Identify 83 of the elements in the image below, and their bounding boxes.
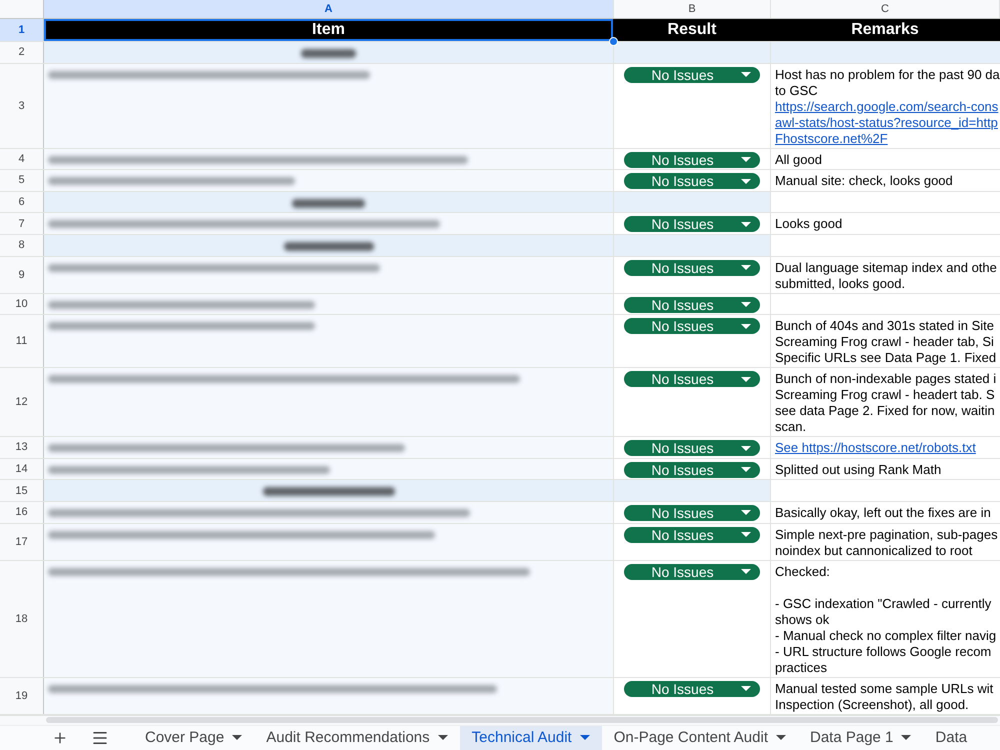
- caret-icon: [741, 569, 751, 574]
- row-number[interactable]: 4: [0, 148, 44, 170]
- row-number[interactable]: 8: [0, 234, 44, 256]
- caret-icon: [232, 735, 242, 740]
- status-dropdown[interactable]: No Issues: [624, 504, 760, 521]
- status-dropdown[interactable]: No Issues: [624, 66, 760, 83]
- caret-icon: [776, 735, 786, 740]
- caret-icon: [741, 532, 751, 538]
- caret-icon: [741, 222, 751, 227]
- remark-text: Splitted out using Rank Math: [775, 462, 942, 478]
- remark-text: Checked:: [775, 564, 830, 580]
- horizontal-scrollbar[interactable]: [0, 714, 1000, 725]
- caret-icon: [741, 265, 751, 270]
- header-cell: Item: [44, 19, 614, 41]
- status-dropdown[interactable]: No Issues: [624, 260, 760, 276]
- caret-icon: [741, 72, 751, 78]
- row-number[interactable]: 1: [0, 19, 44, 41]
- scrollbar-thumb[interactable]: [46, 717, 998, 724]
- row-number[interactable]: 17: [0, 524, 44, 560]
- remark-text: - GSC indexation "Crawled - currently shows ok: [775, 596, 992, 628]
- remark-text: - URL structure follows Google recom practices: [775, 644, 992, 676]
- row-number[interactable]: 18: [0, 560, 44, 677]
- row-number[interactable]: 5: [0, 170, 44, 191]
- row-number[interactable]: 11: [0, 315, 44, 368]
- status-dropdown[interactable]: No Issues: [624, 296, 760, 313]
- caret-icon: [901, 735, 912, 740]
- header-cell: Result: [614, 19, 771, 41]
- remark-text: Host has no problem for the past 90 da to GSC: [775, 66, 1000, 99]
- status-dropdown[interactable]: No Issues: [624, 462, 760, 478]
- row-number[interactable]: 19: [0, 678, 44, 714]
- status-dropdown[interactable]: No Issues: [624, 318, 760, 334]
- column-header[interactable]: A: [44, 0, 614, 18]
- caret-icon: [741, 686, 751, 692]
- status-dropdown[interactable]: No Issues: [624, 680, 760, 697]
- caret-icon: [741, 446, 751, 451]
- sheet-tab[interactable]: Data: [923, 726, 980, 750]
- header-cell: Remarks: [771, 19, 1000, 41]
- row-number[interactable]: 15: [0, 480, 44, 501]
- remark-text: Looks good: [775, 216, 842, 232]
- plus-icon: [52, 730, 68, 746]
- caret-icon: [741, 510, 751, 516]
- remark-text: - Manual check no complex filter navig: [775, 628, 996, 644]
- sheet-tab[interactable]: On-Page Content Audit: [602, 726, 798, 750]
- blurred-heading: [301, 49, 356, 58]
- row-number[interactable]: 10: [0, 294, 44, 314]
- link[interactable]: See https://hostscore.net/robots.txt: [775, 440, 976, 456]
- status-dropdown[interactable]: No Issues: [624, 440, 760, 456]
- caret-icon: [741, 302, 751, 308]
- row-number[interactable]: 3: [0, 64, 44, 148]
- link[interactable]: https://search.google.com/search-cons awl-stats/host-status?resource_id=http Fhostscore.net%2F: [775, 98, 998, 147]
- row-number[interactable]: 16: [0, 502, 44, 523]
- caret-icon: [741, 324, 751, 329]
- caret-icon: [741, 376, 751, 382]
- row-number[interactable]: 9: [0, 256, 44, 293]
- sheet-tab[interactable]: Data Page 1: [798, 726, 924, 750]
- row-number[interactable]: 2: [0, 42, 44, 63]
- row-number[interactable]: 6: [0, 192, 44, 212]
- remark-text: Bunch of non-indexable pages stated i Screaming Frog crawl - headert tab. S see data Page 2. Fixed for now, waitin scan.: [775, 371, 996, 436]
- status-dropdown[interactable]: No Issues: [624, 526, 760, 543]
- sheet-tab[interactable]: Technical Audit: [460, 726, 602, 750]
- row-number[interactable]: 13: [0, 437, 44, 458]
- remark-text: Manual tested some sample URLs wit Inspection (Screenshot), all good.: [775, 680, 994, 713]
- sheet-tab[interactable]: Cover Page: [133, 726, 254, 750]
- status-dropdown[interactable]: No Issues: [624, 371, 760, 388]
- sheet-tab[interactable]: Audit Recommendations: [254, 726, 460, 750]
- row-number[interactable]: 12: [0, 368, 44, 436]
- row-number[interactable]: 14: [0, 458, 44, 480]
- status-dropdown[interactable]: No Issues: [624, 173, 760, 190]
- caret-icon: [741, 467, 751, 472]
- status-dropdown[interactable]: No Issues: [624, 152, 760, 168]
- status-dropdown[interactable]: No Issues: [624, 564, 760, 580]
- caret-icon: [580, 735, 590, 740]
- caret-icon: [438, 735, 448, 740]
- row-number[interactable]: 7: [0, 213, 44, 234]
- remark-text: Manual site: check, looks good: [775, 173, 953, 190]
- remark-text: Basically okay, left out the fixes are in: [775, 504, 991, 521]
- remark-text: Bunch of 404s and 301s stated in Site Screaming Frog crawl - header tab, Si Specific URLs see Data Page 1. Fixed: [775, 318, 996, 366]
- remark-text: Simple next-pre pagination, sub-pages noindex but cannonicalized to root: [775, 526, 998, 559]
- caret-icon: [741, 157, 751, 162]
- status-dropdown[interactable]: No Issues: [624, 216, 760, 232]
- remark-text: Dual language sitemap index and othe submitted, looks good.: [775, 260, 997, 292]
- remark-text: All good: [775, 152, 822, 168]
- caret-icon: [741, 178, 751, 184]
